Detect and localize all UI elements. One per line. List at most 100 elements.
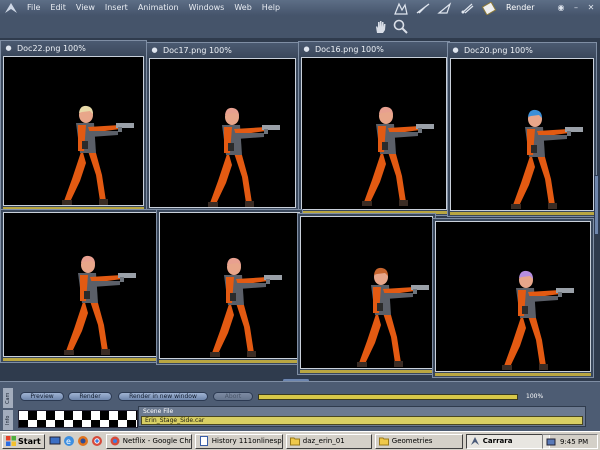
workspace-scrollbar[interactable] bbox=[594, 175, 599, 235]
doc-title: Doc22.png 100% bbox=[17, 43, 86, 53]
menu-help[interactable]: Help bbox=[257, 0, 285, 16]
doc-title: Doc20.png 100% bbox=[464, 45, 533, 55]
doc-title: Doc17.png 100% bbox=[163, 45, 232, 55]
close-icon[interactable]: ✕ bbox=[586, 2, 596, 13]
doc-titlebar[interactable]: ● Doc22.png 100% bbox=[1, 41, 146, 55]
close-doc-icon[interactable]: ● bbox=[302, 45, 311, 54]
minimize-icon[interactable]: – bbox=[571, 2, 581, 13]
panel-side-tabs: Cam Info bbox=[3, 388, 13, 430]
zoom-magnifier-icon[interactable] bbox=[393, 19, 409, 35]
task-label: Netflix - Google Chr... bbox=[122, 437, 192, 445]
storyboard-room-icon[interactable] bbox=[436, 1, 454, 15]
render-canvas bbox=[3, 212, 157, 357]
render-canvas bbox=[149, 58, 296, 208]
render-canvas bbox=[435, 221, 591, 372]
hand-pan-icon[interactable] bbox=[373, 19, 389, 35]
doc-titlebar[interactable]: ● Doc20.png 100% bbox=[448, 43, 596, 57]
doc-window-4[interactable]: ● Doc20.png 100% bbox=[447, 42, 597, 217]
room-tools bbox=[392, 0, 498, 16]
doc-window-3[interactable]: ● Doc16.png 100% bbox=[298, 41, 450, 216]
character-render bbox=[208, 107, 280, 207]
task-label: Geometries bbox=[391, 437, 433, 445]
character-render bbox=[357, 267, 429, 367]
doc-window-8[interactable] bbox=[432, 218, 594, 378]
windows-logo-icon bbox=[6, 436, 16, 446]
chrome-icon[interactable] bbox=[91, 435, 103, 447]
close-doc-icon[interactable]: ● bbox=[4, 44, 13, 53]
character-render bbox=[62, 105, 134, 205]
carrara-logo-icon[interactable] bbox=[0, 0, 22, 16]
folder-icon bbox=[378, 437, 389, 446]
windows-taskbar: Start e Netflix - Google Chr... History … bbox=[0, 431, 600, 450]
doc-window-2[interactable]: ● Doc17.png 100% bbox=[146, 42, 299, 214]
taskbar-item-netflix[interactable]: Netflix - Google Chr... bbox=[105, 433, 192, 449]
menu-edit[interactable]: Edit bbox=[45, 0, 71, 16]
task-label: Carrara bbox=[482, 437, 513, 445]
clock[interactable]: 9:45 PM bbox=[560, 438, 588, 446]
render-canvas bbox=[300, 216, 433, 369]
render-panel: Cam Info Preview Render Render in new wi… bbox=[0, 381, 600, 431]
task-label: daz_erin_01 bbox=[302, 437, 345, 445]
doc-titlebar[interactable]: ● Doc17.png 100% bbox=[147, 43, 298, 57]
render-progress-fill bbox=[259, 395, 517, 399]
doc-window-1[interactable]: ● Doc22.png 100% bbox=[0, 40, 147, 212]
firefox-icon[interactable] bbox=[77, 435, 89, 447]
menu-windows[interactable]: Windows bbox=[184, 0, 230, 16]
quick-launch: e bbox=[49, 435, 103, 447]
taskbar-item-daz-erin[interactable]: daz_erin_01 bbox=[285, 433, 372, 449]
window-resize-bar[interactable] bbox=[450, 212, 594, 215]
taskbar-item-history[interactable]: History 111onlinesp... bbox=[194, 433, 283, 449]
character-render bbox=[511, 109, 583, 209]
doc-window-5[interactable] bbox=[0, 209, 160, 363]
menu-insert[interactable]: Insert bbox=[100, 0, 133, 16]
task-label: History 111onlinesp... bbox=[211, 437, 283, 445]
ie-browser-icon[interactable]: e bbox=[63, 435, 75, 447]
tab-info[interactable]: Info bbox=[3, 410, 13, 430]
folder-icon bbox=[289, 437, 300, 446]
doc-window-6[interactable] bbox=[156, 209, 303, 365]
tab-camera[interactable]: Cam bbox=[3, 388, 13, 408]
render-progress-percent: 100% bbox=[526, 393, 544, 400]
scene-file-field[interactable]: Erin_Stage_Side.car bbox=[141, 416, 583, 425]
abort-button[interactable]: Abort bbox=[213, 392, 253, 401]
start-label: Start bbox=[18, 436, 41, 446]
render-room-icon[interactable] bbox=[480, 1, 498, 15]
eye-icon[interactable]: ◉ bbox=[556, 2, 566, 13]
network-icon[interactable] bbox=[546, 437, 556, 447]
svg-text:e: e bbox=[66, 437, 71, 446]
render-canvas bbox=[159, 212, 300, 359]
character-render bbox=[64, 255, 136, 355]
taskbar-item-geometries[interactable]: Geometries bbox=[374, 433, 463, 449]
carrara-app-icon bbox=[470, 437, 479, 445]
tool-strip bbox=[0, 16, 600, 38]
character-render bbox=[362, 106, 434, 206]
menu-web[interactable]: Web bbox=[229, 0, 256, 16]
window-resize-bar[interactable] bbox=[159, 360, 300, 363]
window-controls: ◉ – ✕ bbox=[556, 2, 596, 13]
desktop-icon[interactable] bbox=[49, 435, 61, 447]
close-doc-icon[interactable]: ● bbox=[150, 46, 159, 55]
doc-titlebar[interactable]: ● Doc16.png 100% bbox=[299, 42, 449, 56]
menu-animation[interactable]: Animation bbox=[133, 0, 184, 16]
taskbar-item-carrara[interactable]: Carrara bbox=[465, 433, 550, 449]
alpha-preview-checkerboard bbox=[18, 410, 138, 428]
preview-button[interactable]: Preview bbox=[20, 392, 64, 401]
system-tray: 9:45 PM bbox=[542, 434, 598, 449]
start-button[interactable]: Start bbox=[2, 433, 45, 449]
model-room-icon[interactable] bbox=[414, 1, 432, 15]
menu-file[interactable]: File bbox=[22, 0, 45, 16]
render-canvas bbox=[450, 58, 594, 211]
render-button[interactable]: Render bbox=[68, 392, 112, 401]
assemble-room-icon[interactable] bbox=[392, 1, 410, 15]
doc-window-7[interactable] bbox=[297, 213, 436, 375]
scene-file-label: Scene File bbox=[143, 408, 174, 415]
room-name: Render bbox=[506, 3, 535, 12]
close-doc-icon[interactable]: ● bbox=[451, 46, 460, 55]
window-resize-bar[interactable] bbox=[3, 358, 157, 361]
texture-room-icon[interactable] bbox=[458, 1, 476, 15]
menu-view[interactable]: View bbox=[71, 0, 100, 16]
window-resize-bar[interactable] bbox=[435, 373, 591, 376]
character-render bbox=[502, 270, 574, 370]
window-resize-bar[interactable] bbox=[300, 370, 433, 373]
render-new-window-button[interactable]: Render in new window bbox=[118, 392, 208, 401]
